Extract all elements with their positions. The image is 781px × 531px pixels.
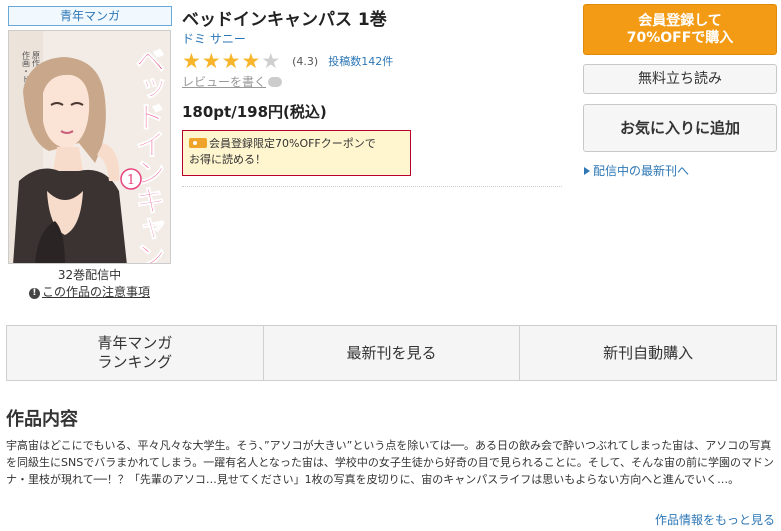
ranking-line2: ランキング — [97, 353, 173, 371]
latest-volume-label: 配信中の最新刊へ — [593, 164, 690, 178]
author-link[interactable]: ドミ サニー — [182, 30, 246, 47]
cover-illustration: 作画・ドミ 原作・サニー ベッドインキャンパス 1 — [9, 31, 170, 264]
star-icon: ★ — [241, 48, 261, 73]
star-icon: ★ — [201, 48, 221, 73]
divider — [182, 186, 562, 187]
star-rating: ★ ★ ★ ★ ★ — [182, 48, 281, 73]
member-register-purchase-button[interactable]: 会員登録して 70%OFFで購入 — [583, 4, 777, 55]
star-icon: ★ — [221, 48, 241, 73]
write-review-label: レビューを書く — [182, 75, 267, 89]
cover-title-art: ベッドインキャンパス — [130, 45, 165, 264]
view-latest-button[interactable]: 最新刊を見る — [264, 326, 521, 380]
speech-bubble-icon — [268, 76, 283, 87]
add-favorite-button[interactable]: お気に入りに追加 — [583, 104, 777, 152]
caution-link-label: この作品の注意事項 — [41, 285, 150, 299]
review-count-link[interactable]: 投稿数142件 — [328, 53, 393, 69]
book-title: ベッドインキャンパス 1巻 — [182, 10, 387, 30]
member-button-line1: 会員登録して — [638, 13, 722, 29]
genre-tag[interactable]: 青年マンガ — [8, 6, 172, 26]
star-empty-icon: ★ — [261, 48, 281, 73]
info-icon: ! — [28, 288, 40, 299]
triangle-right-icon — [584, 167, 590, 175]
caution-link[interactable]: ! この作品の注意事項 — [8, 283, 171, 300]
auto-purchase-button[interactable]: 新刊自動購入 — [520, 326, 776, 380]
write-review-link[interactable]: レビューを書く — [182, 73, 283, 90]
free-trial-read-button[interactable]: 無料立ち読み — [583, 64, 777, 94]
work-description: 宇高宙はどこにでもいる、平々凡々な大学生。そう、”アソコが大きい”という点を除い… — [6, 439, 774, 486]
coupon-line1: 会員登録限定70%OFFクーポンで — [209, 137, 376, 150]
more-info-link[interactable]: 作品情報をもっと見る — [655, 511, 775, 528]
coupon-line2: お得に読める！ — [189, 153, 266, 166]
latest-volume-link[interactable]: 配信中の最新刊へ — [584, 162, 689, 179]
cover-image[interactable]: 作画・ドミ 原作・サニー ベッドインキャンパス 1 — [8, 30, 171, 264]
price: 180pt/198円(税込) — [182, 103, 327, 121]
cover-volume-mark: 1 — [127, 173, 135, 188]
rating-value: (4.3) — [292, 54, 319, 68]
ranking-button[interactable]: 青年マンガ ランキング — [7, 326, 264, 380]
section-title: 作品内容 — [6, 409, 78, 430]
coupon-banner[interactable]: 会員登録限定70%OFFクーポンで お得に読める！ — [182, 130, 411, 176]
action-nav-bar: 青年マンガ ランキング 最新刊を見る 新刊自動購入 — [6, 325, 777, 381]
coupon-ticket-icon — [189, 138, 207, 148]
rating-row: ★ ★ ★ ★ ★ (4.3) 投稿数142件 — [182, 50, 393, 72]
volume-count: 32巻配信中 — [57, 268, 122, 282]
member-button-line2: 70%OFFで購入 — [626, 30, 734, 46]
ranking-line1: 青年マンガ — [97, 334, 173, 352]
star-icon: ★ — [182, 48, 201, 73]
